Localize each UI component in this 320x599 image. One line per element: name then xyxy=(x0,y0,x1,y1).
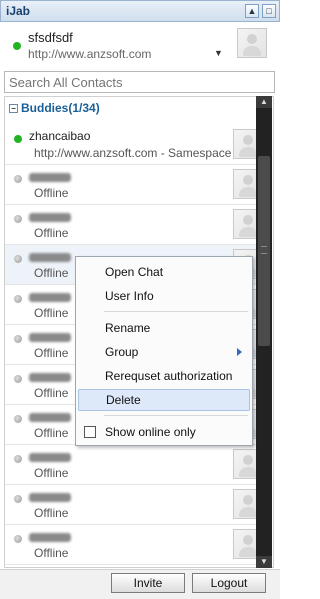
show-online-only-label: Show online only xyxy=(105,425,196,439)
offline-status-icon xyxy=(14,215,22,223)
contact-name xyxy=(29,413,71,422)
offline-status-icon xyxy=(14,295,22,303)
contact-name: zhancaibao xyxy=(29,129,91,143)
offline-status-icon xyxy=(14,335,22,343)
contact-status: Offline xyxy=(34,546,69,560)
my-profile: sfsdfsdf http://www.anzsoft.com ▼ xyxy=(4,25,274,71)
my-avatar[interactable] xyxy=(237,28,267,58)
window-title: iJab xyxy=(6,4,31,18)
menu-item-user-info[interactable]: User Info xyxy=(78,285,250,307)
my-name[interactable]: sfsdfsdf xyxy=(28,30,73,45)
contact-status: Offline xyxy=(34,186,69,200)
menu-item-show-online-only[interactable]: Show online only xyxy=(78,421,250,443)
minimize-button[interactable]: ▲ xyxy=(245,4,259,18)
offline-status-icon xyxy=(14,495,22,503)
collapse-icon[interactable]: − xyxy=(9,104,18,113)
menu-separator xyxy=(104,415,248,416)
logout-button[interactable]: Logout xyxy=(192,573,266,593)
footer-bar: Invite Logout xyxy=(0,569,280,599)
online-status-icon[interactable] xyxy=(13,42,21,50)
title-bar: iJab ▲ □ xyxy=(0,0,280,22)
offline-status-icon xyxy=(14,455,22,463)
contact-status: Offline xyxy=(34,266,69,280)
menu-item-delete[interactable]: Delete xyxy=(78,389,250,411)
contact-status: Offline xyxy=(34,426,69,440)
contact-name xyxy=(29,453,71,462)
contact-status: Offline xyxy=(34,226,69,240)
menu-item-group-label: Group xyxy=(105,345,139,359)
contact-name xyxy=(29,213,71,222)
offline-status-icon xyxy=(14,415,22,423)
contact-name xyxy=(29,533,71,542)
online-status-icon xyxy=(14,135,22,143)
contact-name xyxy=(29,333,71,342)
contact-status: Offline xyxy=(34,466,69,480)
contact-status: Offline xyxy=(34,506,69,520)
scrollbar-thumb[interactable] xyxy=(258,156,270,346)
search-input[interactable] xyxy=(4,71,275,93)
offline-status-icon xyxy=(14,535,22,543)
scroll-up-icon[interactable]: ▲ xyxy=(256,96,272,108)
menu-item-reauthorize[interactable]: Rerequset authorization xyxy=(78,365,250,387)
contact-list-scrollbar[interactable]: ▲ ▼ xyxy=(256,96,272,568)
contact-status: Offline xyxy=(34,346,69,360)
menu-item-rename[interactable]: Rename xyxy=(78,317,250,339)
invite-button[interactable]: Invite xyxy=(111,573,185,593)
group-header-buddies[interactable]: − Buddies(1/34) xyxy=(9,101,100,115)
contact-name xyxy=(29,253,71,262)
menu-separator xyxy=(104,311,248,312)
contact-name xyxy=(29,373,71,382)
status-dropdown-icon[interactable]: ▼ xyxy=(214,48,223,58)
contact-item[interactable]: zhancaibao http://www.anzsoft.com - Same… xyxy=(5,125,263,165)
contact-item[interactable]: Offline xyxy=(5,485,263,525)
offline-status-icon xyxy=(14,255,22,263)
contact-name xyxy=(29,173,71,182)
contact-item[interactable]: Offline xyxy=(5,205,263,245)
submenu-arrow-icon xyxy=(237,348,242,356)
contact-status: http://www.anzsoft.com - Samespace 3 xyxy=(34,146,242,160)
scroll-down-icon[interactable]: ▼ xyxy=(256,556,272,568)
contact-name xyxy=(29,293,71,302)
menu-item-open-chat[interactable]: Open Chat xyxy=(78,261,250,283)
group-label: Buddies(1/34) xyxy=(21,101,100,115)
menu-item-group[interactable]: Group xyxy=(78,341,250,363)
checkbox-icon[interactable] xyxy=(84,426,96,438)
contact-item[interactable]: Offline xyxy=(5,525,263,565)
restore-button[interactable]: □ xyxy=(262,4,276,18)
contact-item[interactable]: Offline xyxy=(5,445,263,485)
my-status-message[interactable]: http://www.anzsoft.com xyxy=(28,47,151,61)
contact-status: Offline xyxy=(34,386,69,400)
contact-status: Offline xyxy=(34,306,69,320)
contact-name xyxy=(29,493,71,502)
contact-item[interactable]: Offline xyxy=(5,165,263,205)
offline-status-icon xyxy=(14,175,22,183)
offline-status-icon xyxy=(14,375,22,383)
contact-context-menu: Open Chat User Info Rename Group Rerequs… xyxy=(75,256,253,446)
